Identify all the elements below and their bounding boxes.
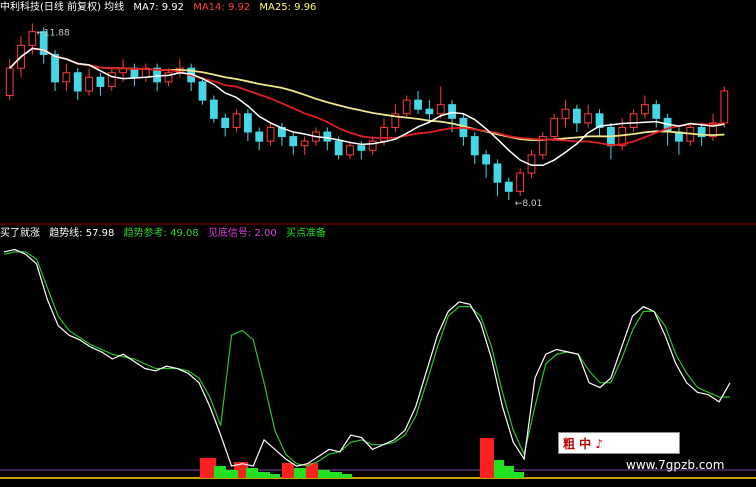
signal-label: 见底信号: 2.00 [207,228,277,239]
candle-up [436,104,445,115]
candle-up [62,72,71,83]
signal-bar-green [246,468,258,478]
ma14-line [9,47,725,146]
candle-up [28,31,37,46]
candle-up [720,90,729,124]
candle-down [323,131,332,142]
signal-bar-green [226,470,238,478]
candle-up [5,67,14,97]
signal-bar-green [318,470,330,478]
candle-down [73,72,82,92]
signal-bar-green [270,474,280,478]
candle-down [572,108,581,124]
signal-bar-green [514,472,524,478]
candle-down [255,131,264,142]
ma25-label: MA25: 9.96 [259,2,317,13]
low-price-label: ←8.01 [515,199,543,209]
candle-up [550,117,559,138]
candle-up [300,140,309,147]
candle-down [414,99,422,110]
candle-up [232,113,241,128]
signal-bar-green [214,466,226,478]
watermark-url: www.7gpzb.com [626,458,725,472]
buy-prepare-label: 买点准备 [285,228,326,239]
candle-up [85,76,93,92]
candle-up [266,126,275,142]
candle-down [96,76,105,87]
signal-bar-green [342,474,352,478]
candle-down [357,145,366,151]
watermark-logo-box: 粗 中 ♪ [558,432,680,454]
candle-down [289,136,298,147]
candle-up [629,113,638,128]
candle-down [482,154,491,165]
candle-down [198,81,207,101]
indicator-header: 买了就涨 趋势线: 57.98 趋势参考: 49.08 见底信号: 2.00 买… [0,228,332,240]
price-pane: ←11.88 ←8.01 [0,23,756,225]
price-header: 中利科技(日线 前复权) 均线 MA7: 9.92 MA14: 9.92 MA2… [0,2,322,14]
candle-down [334,140,343,156]
signal-bar-red [306,463,318,478]
candle-down [448,104,456,119]
ma7-line [9,47,725,167]
stock-chart: ←11.88 ←8.01 [0,23,756,479]
signal-bar-green [494,460,504,478]
signal-bar-red [200,458,216,478]
watermark-logo: 粗 中 ♪ [563,437,604,451]
candle-up [368,140,377,151]
candle-up [380,126,388,142]
candle-down [470,136,479,156]
ma14-label: MA14: 9.92 [193,2,251,13]
signal-bar-red [480,438,494,478]
ma7-label: MA7: 9.92 [133,2,185,13]
candle-up [641,104,649,115]
candle-down [209,99,218,119]
candle-down [51,53,59,83]
high-price-label: ←11.88 [36,28,70,38]
candle-down [425,108,434,115]
candle-up [516,172,525,192]
candle-up [402,99,411,115]
indicator-name: 买了就涨 [0,228,40,239]
candle-up [561,108,570,119]
price-title: 中利科技(日线 前复权) 均线 [0,2,125,13]
signal-bar-green [330,472,342,478]
trend-ref-label: 趋势参考: 49.08 [123,228,199,239]
candle-down [493,163,502,183]
candle-down [504,181,513,192]
candle-down [221,117,230,128]
signal-bar-green [294,468,306,478]
candle-down [652,104,661,119]
signal-bar-green [258,472,270,478]
signal-bar-red [282,463,294,478]
trend-line-label: 趋势线: 57.98 [49,228,115,239]
ma25-line [9,47,725,141]
signal-bar-green [504,466,514,478]
candle-up [346,145,354,156]
candle-down [243,113,252,133]
candle-up [584,113,593,124]
